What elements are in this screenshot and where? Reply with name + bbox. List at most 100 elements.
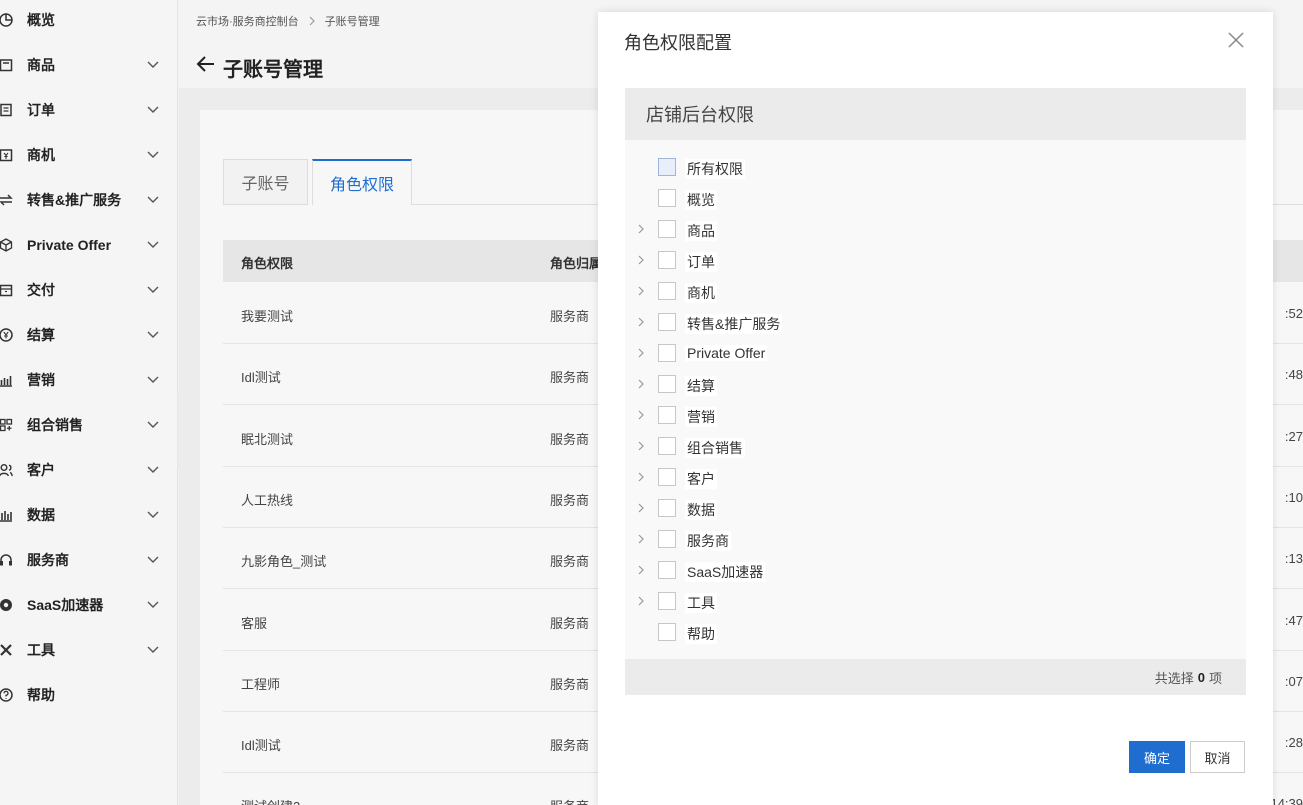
sidebar-item[interactable]: 概览: [0, 0, 178, 42]
sidebar-item[interactable]: 交付: [0, 267, 178, 312]
permission-item: Private Offer: [625, 338, 1246, 369]
cell-role-owner: 服务商: [550, 431, 590, 447]
chevron-down-icon: [146, 418, 160, 432]
chevron-down-icon: [146, 103, 160, 117]
chevron-down-icon: [146, 643, 160, 657]
sidebar-item[interactable]: 商机: [0, 132, 178, 177]
cell-role-name: 九影角色_测试: [241, 554, 327, 570]
permission-checkbox[interactable]: [658, 499, 676, 517]
column-header-role: 角色权限: [241, 256, 294, 271]
permission-panel: 店铺后台权限 所有权限 概览 商品 订单 商机 转售&推广服务 Private Offer 结…: [625, 88, 1246, 695]
permission-item: 组合销售: [625, 431, 1246, 462]
chevron-down-icon: [146, 58, 160, 72]
permission-checkbox[interactable]: [658, 468, 676, 486]
permission-checkbox[interactable]: [658, 313, 676, 331]
permission-checkbox[interactable]: [658, 251, 676, 269]
permission-label: 订单: [685, 252, 717, 272]
chevron-right-icon[interactable]: [635, 253, 647, 267]
breadcrumb-item-current: 子账号管理: [324, 16, 380, 28]
permission-checkbox[interactable]: [658, 530, 676, 548]
permission-label: 客户: [685, 469, 717, 489]
permission-label: 数据: [685, 500, 717, 520]
chevron-down-icon: [146, 508, 160, 522]
chevron-down-icon: [146, 148, 160, 162]
permission-checkbox[interactable]: [658, 592, 676, 610]
close-icon[interactable]: [1226, 30, 1246, 50]
chevron-right-icon[interactable]: [635, 284, 647, 298]
confirm-button[interactable]: 确定: [1129, 741, 1185, 773]
bar-growth-icon: [0, 372, 14, 388]
permission-checkbox[interactable]: [658, 406, 676, 424]
sidebar-item[interactable]: 结算: [0, 312, 178, 357]
sidebar-item[interactable]: 订单: [0, 87, 178, 132]
permission-checkbox[interactable]: [658, 220, 676, 238]
modal-title: 角色权限配置: [624, 33, 732, 53]
sidebar-item[interactable]: Private Offer: [0, 222, 178, 267]
permission-label: 所有权限: [685, 159, 745, 179]
tab-sub-account[interactable]: 子账号: [223, 159, 308, 205]
permission-checkbox[interactable]: [658, 158, 676, 176]
sidebar-item-label: 营销: [27, 371, 55, 388]
chevron-right-icon[interactable]: [635, 532, 647, 546]
breadcrumb: 云市场·服务商控制台 子账号管理: [196, 13, 380, 29]
sidebar-item[interactable]: 转售&推广服务: [0, 177, 178, 222]
permission-checkbox[interactable]: [658, 189, 676, 207]
sidebar-item[interactable]: 工具: [0, 627, 178, 672]
chevron-right-icon[interactable]: [635, 377, 647, 391]
cell-role-owner: 服务商: [550, 370, 590, 386]
chevron-right-icon[interactable]: [635, 408, 647, 422]
permission-checkbox[interactable]: [658, 282, 676, 300]
sidebar-item[interactable]: 客户: [0, 447, 178, 492]
sidebar-item-label: 订单: [27, 101, 55, 118]
permission-item: 订单: [625, 245, 1246, 276]
selection-summary: 共选择 0 项: [625, 659, 1246, 695]
permission-checkbox[interactable]: [658, 344, 676, 362]
tools-icon: [0, 642, 14, 658]
clipboard-icon: [0, 102, 14, 118]
sidebar-item[interactable]: 帮助: [0, 672, 178, 717]
sidebar-item[interactable]: SaaS加速器: [0, 582, 178, 627]
yen-circle-icon: [0, 327, 14, 343]
permission-item: 概览: [625, 183, 1246, 214]
tab-role-permission[interactable]: 角色权限: [312, 159, 412, 205]
sidebar-item[interactable]: 营销: [0, 357, 178, 402]
sidebar-item[interactable]: 服务商: [0, 537, 178, 582]
breadcrumb-item-console[interactable]: 云市场·服务商控制台: [196, 13, 299, 29]
permission-label: 转售&推广服务: [685, 314, 783, 334]
chevron-right-icon[interactable]: [635, 315, 647, 329]
chevron-right-icon[interactable]: [635, 439, 647, 453]
cancel-button[interactable]: 取消: [1190, 741, 1245, 773]
chevron-right-icon[interactable]: [635, 470, 647, 484]
permission-label: 服务商: [685, 531, 731, 551]
cell-time: :10: [1284, 489, 1303, 505]
sidebar-item[interactable]: 组合销售: [0, 402, 178, 447]
permission-item: 所有权限: [625, 152, 1246, 183]
users-icon: [0, 462, 14, 478]
sidebar-item-label: 转售&推广服务: [27, 191, 122, 208]
cell-role-name: Idl测试: [241, 370, 281, 386]
permission-checkbox[interactable]: [658, 561, 676, 579]
permission-checkbox[interactable]: [658, 437, 676, 455]
sidebar-item[interactable]: 商品: [0, 42, 178, 87]
sidebar-item-label: 客户: [27, 461, 55, 478]
cell-time: :48: [1284, 367, 1303, 383]
chevron-right-icon[interactable]: [635, 222, 647, 236]
permission-label: 帮助: [685, 624, 717, 644]
sidebar-item[interactable]: 数据: [0, 492, 178, 537]
chevron-right-icon[interactable]: [635, 501, 647, 515]
permission-item: 客户: [625, 462, 1246, 493]
sidebar-item-label: 工具: [27, 641, 55, 658]
permission-checkbox[interactable]: [658, 623, 676, 641]
cell-role-owner: 服务商: [550, 309, 590, 324]
chevron-right-icon[interactable]: [635, 346, 647, 360]
permission-item: 服务商: [625, 524, 1246, 555]
chevron-right-icon[interactable]: [635, 563, 647, 577]
package-icon: [0, 282, 14, 298]
permission-item: 商品: [625, 214, 1246, 245]
permission-label: 概览: [685, 190, 717, 210]
back-arrow-icon[interactable]: [196, 54, 216, 74]
yen-calendar-icon: [0, 147, 14, 163]
chevron-right-icon[interactable]: [635, 594, 647, 608]
permission-checkbox[interactable]: [658, 375, 676, 393]
grid-icon: [0, 417, 14, 433]
